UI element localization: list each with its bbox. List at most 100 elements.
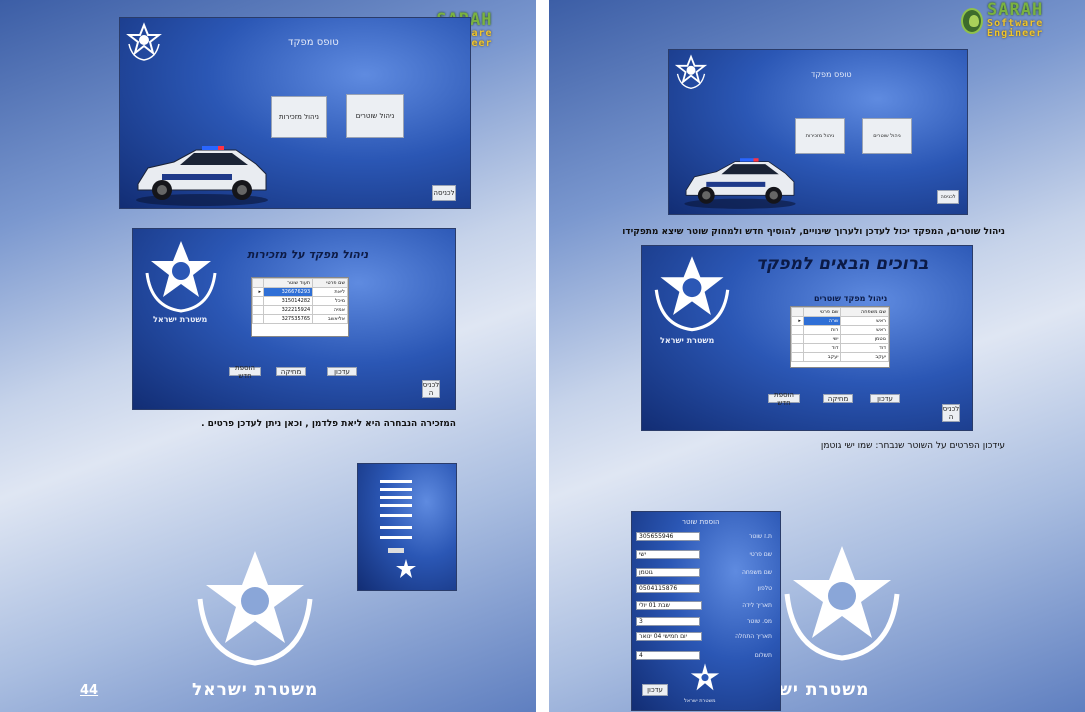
column-header: שם פרטי	[802, 307, 842, 317]
field-label: טלפון	[757, 585, 772, 592]
manage-secretaries-button[interactable]: ניהול מזכירות	[795, 118, 845, 154]
table-row[interactable]: ישי גוטמן	[791, 334, 889, 344]
cell-last-name: יעקב	[840, 352, 889, 362]
secretary-caption: המזכירה הנבחרה היא ליאת פלדמן , וכאן נית…	[201, 419, 456, 429]
field-label: מס. שוטר	[747, 618, 772, 625]
commander-form-screenshot: טופס מפקד ניהול מזכירות ניהול שוטרים לכנ…	[669, 50, 967, 214]
field-label: שם משפחה	[741, 569, 772, 576]
update-button[interactable]: עדכון	[642, 684, 668, 696]
start-date-picker[interactable]: יום חמישי 04 ינואר	[636, 632, 702, 641]
update-form-thumbnail	[358, 464, 456, 590]
selected-officer-caption: עידכון הפרטים על השוטר שנבחר: שמו ישי גו…	[820, 441, 1005, 451]
cell-last-name: ראש	[840, 316, 889, 326]
officer-id-field[interactable]: 305655946	[636, 532, 700, 541]
police-emblem-icon	[126, 22, 162, 61]
enter-button[interactable]: לכניסה	[432, 185, 456, 201]
police-emblem-icon	[690, 663, 720, 691]
enter-button[interactable]: לכניס ה	[422, 380, 440, 398]
police-emblem-icon	[396, 559, 416, 578]
table-row[interactable]: ▸ 326676293 ליאת	[252, 287, 348, 297]
table-row[interactable]: דוד דוד	[791, 343, 889, 353]
enter-button[interactable]: לכניסה	[937, 190, 959, 204]
cell-id: 326676293	[262, 287, 314, 297]
form-row: גוטמן שם משפחה	[632, 568, 780, 579]
form-title: טופס מפקד	[811, 70, 852, 79]
police-emblem-icon	[654, 256, 730, 332]
cell-first-name: שרה	[802, 316, 842, 326]
police-emblem-icon	[674, 54, 708, 89]
form-row: יום חמישי 04 ינואר תאריך התחלה	[632, 632, 780, 643]
left-page: SARAH Software Engineer טופס מפקד ניהול …	[0, 0, 536, 712]
emblem-caption: משטרת ישראל	[684, 698, 716, 704]
delete-button[interactable]: מחיקה	[823, 394, 853, 403]
form-row: שבת 01 יולי תאריך לידה	[632, 601, 780, 612]
first-name-field[interactable]: ישי	[636, 550, 700, 559]
page-gutter	[536, 0, 549, 712]
form-title: הוספת שוטר	[682, 518, 720, 526]
logo-line2: Software Engineer	[987, 18, 1044, 39]
field-label: ת.ז שוטר	[749, 533, 772, 540]
cell-last-name: דוד	[840, 343, 889, 353]
footer-police-name: משטרת יש	[779, 680, 870, 700]
enter-button[interactable]: לכניס ה	[942, 404, 960, 422]
page-number: 44	[80, 683, 99, 698]
field-label: תשלום	[754, 652, 772, 659]
form-title: טופס מפקד	[288, 37, 339, 48]
payment-field[interactable]: 4	[636, 651, 700, 660]
field-label: שם פרטי	[749, 551, 772, 558]
cell-first-name: רות	[802, 325, 842, 335]
delete-button[interactable]: מחיקה	[276, 367, 306, 376]
birth-date-picker[interactable]: שבת 01 יולי	[636, 601, 702, 610]
cell-id: 327535765	[262, 314, 314, 324]
form-row: 3 מס. שוטר	[632, 617, 780, 628]
field-label: תאריך לידה	[742, 602, 772, 609]
page-heading: ניהול מפקד על מזכירות	[247, 248, 369, 261]
cell-name: אמיה	[312, 305, 348, 315]
table-row[interactable]: 327535765 אליאשב	[252, 314, 348, 324]
form-row: 0504115876 טלפון	[632, 584, 780, 595]
update-button[interactable]: עדכון	[870, 394, 900, 403]
column-header: שם פרטי	[312, 278, 348, 288]
officer-number-field[interactable]: 3	[636, 617, 700, 626]
add-new-button[interactable]: הוספת חדש	[768, 391, 800, 407]
table-row[interactable]: 315014282 מיכל	[252, 296, 348, 306]
cell-id: 322215924	[262, 305, 314, 315]
officers-caption: ניהול שוטרים, המפקד יכול לעדכן ולערוך שי…	[622, 227, 1005, 237]
officer-form-screenshot: הוספת שוטר 305655946 ת.ז שוטר ישי שם פרט…	[632, 512, 780, 710]
page-heading: ניהול מפקד שוטרים	[814, 294, 888, 303]
phone-field[interactable]: 0504115876	[636, 584, 700, 593]
cell-name: ליאת	[312, 287, 348, 297]
column-header: תעוד שוטר	[262, 278, 314, 288]
add-new-button[interactable]: הוספת חדש	[229, 364, 261, 380]
officers-management-screenshot: משטרת ישראל ברוכים הבאים למפקד ניהול מפק…	[642, 246, 972, 430]
secretaries-table[interactable]: תעוד שוטר שם פרטי ▸ 326676293 ליאת 31501…	[251, 277, 349, 337]
table-row[interactable]: רות ראש	[791, 325, 889, 335]
last-name-field[interactable]: גוטמן	[636, 568, 700, 577]
right-page: SARAH Software Engineer טופס מפקד ניהול …	[549, 0, 1085, 712]
brain-icon	[961, 7, 984, 34]
cell-first-name: ישי	[802, 334, 842, 344]
table-row[interactable]: ▸ שרה ראש	[791, 316, 889, 326]
police-car-image	[136, 146, 268, 206]
secretaries-management-screenshot: משטרת ישראל ניהול מפקד על מזכירות תעוד ש…	[133, 229, 455, 409]
emblem-caption: משטרת ישראל	[153, 315, 208, 324]
manage-officers-button[interactable]: ניהול שוטרים	[346, 94, 404, 138]
update-button[interactable]: עדכון	[327, 367, 357, 376]
cell-name: אליאשב	[312, 314, 348, 324]
manage-officers-button[interactable]: ניהול שוטרים	[862, 118, 912, 154]
manage-secretaries-button[interactable]: ניהול מזכירות	[271, 96, 327, 138]
cell-last-name: ראש	[840, 325, 889, 335]
table-row[interactable]: יעקב יעקב	[791, 352, 889, 362]
form-row: 305655946 ת.ז שוטר	[632, 532, 780, 543]
police-emblem-icon	[197, 551, 313, 666]
police-car-image	[684, 158, 796, 209]
table-row[interactable]: 322215924 אמיה	[252, 305, 348, 315]
sarah-logo: SARAH Software Engineer	[961, 2, 1085, 39]
officers-table[interactable]: שם פרטי שם משפחה ▸ שרה ראש רות ראש ישי ג…	[790, 306, 890, 368]
commander-form-screenshot: טופס מפקד ניהול מזכירות ניהול שוטרים לכנ…	[120, 18, 470, 208]
cell-name: מיכל	[312, 296, 348, 306]
logo-line1: SARAH	[987, 0, 1044, 20]
form-row: ישי שם פרטי	[632, 550, 780, 561]
cell-last-name: גוטמן	[840, 334, 889, 344]
form-row: 4 תשלום	[632, 651, 780, 662]
